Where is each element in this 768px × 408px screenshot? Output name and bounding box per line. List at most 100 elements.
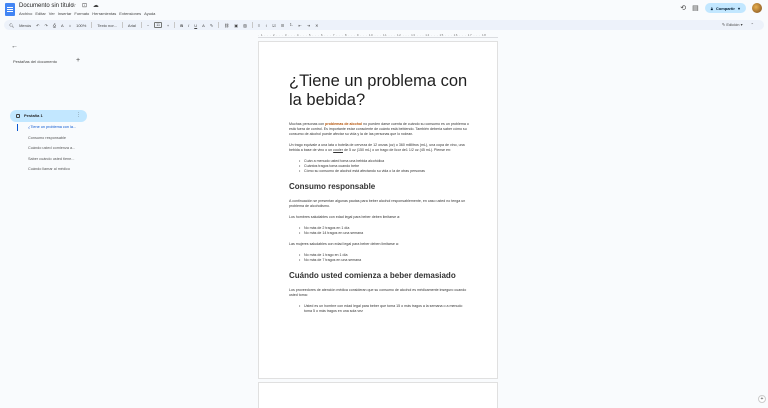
- indent-decrease-icon[interactable]: ⇤: [298, 23, 301, 28]
- edit-mode-select[interactable]: ✎ Edición ▾: [722, 22, 743, 27]
- comment-icon[interactable]: ▤: [692, 4, 699, 12]
- link-text[interactable]: problemas de alcohol: [325, 122, 362, 126]
- toolbar-divider: [174, 22, 176, 28]
- menu-insertar[interactable]: Insertar: [58, 11, 72, 16]
- align-icon[interactable]: ≡: [258, 23, 260, 28]
- paragraph[interactable]: Los proveedores de atención médica consi…: [289, 288, 471, 298]
- more-options-icon[interactable]: ⋮: [76, 112, 81, 118]
- heading-consumo[interactable]: Consumo responsable: [289, 182, 471, 191]
- link-icon[interactable]: ⛓: [224, 23, 229, 28]
- print-icon[interactable]: ⎙: [53, 23, 56, 28]
- toolbar: 🔍︎ Menús ↶ ↷ ⎙ A ⌂ 100% Texto nor... Ari…: [4, 20, 764, 30]
- outline-title: Pestañas del documento: [13, 59, 58, 64]
- right-tools: ⟲ ▤ 🔒︎ Compartir ▾: [680, 3, 762, 13]
- checklist-icon[interactable]: ☑: [272, 23, 276, 28]
- bold-icon[interactable]: B: [180, 23, 183, 28]
- toolbar-divider: [121, 22, 123, 28]
- docs-logo-icon[interactable]: [5, 3, 15, 16]
- image-icon[interactable]: ▨: [243, 23, 247, 28]
- spellcheck-icon[interactable]: A: [61, 23, 64, 28]
- doc-tab-icon: [16, 114, 20, 118]
- doc-title[interactable]: Documento sin título: [19, 3, 74, 9]
- toolbar-right: ✎ Edición ▾ ⌃: [722, 22, 754, 27]
- font-select[interactable]: Arial: [128, 23, 136, 28]
- text: Muchas personas con: [289, 122, 326, 126]
- tab-pestana-1[interactable]: Pestaña 1 ⋮: [10, 110, 87, 122]
- add-tab-icon[interactable]: +: [76, 57, 80, 64]
- list-item[interactable]: Usted es un hombre con edad legal para b…: [299, 304, 471, 314]
- share-label: Compartir: [715, 5, 735, 11]
- paragraph[interactable]: A continuación se presentan algunas paut…: [289, 199, 471, 209]
- numbered-list-icon[interactable]: ⒈: [289, 22, 293, 28]
- add-comment-icon[interactable]: ▣: [234, 23, 238, 28]
- bullet-list: No más de 1 trago en 1 día No más de 7 t…: [299, 253, 471, 263]
- zoom-select[interactable]: 100%: [76, 23, 86, 28]
- document-content: ¿Tiene un problema con la bebida? Muchas…: [289, 72, 471, 320]
- tab-label: Pestaña 1: [24, 113, 43, 118]
- highlight-icon[interactable]: ✎: [210, 23, 213, 28]
- font-size-increase-icon[interactable]: +: [167, 23, 169, 28]
- font-size-decrease-icon[interactable]: −: [147, 23, 149, 28]
- menu-extensiones[interactable]: Extensiones: [119, 11, 141, 16]
- list-item[interactable]: Cómo su consumo de alcohol está afectand…: [299, 169, 471, 174]
- paragraph[interactable]: Los hombres saludables con edad legal pa…: [289, 215, 471, 220]
- list-item[interactable]: No más de 7 tragos en una semana: [299, 258, 471, 263]
- search-menus-label[interactable]: Menús: [19, 23, 31, 28]
- bullet-list: Usted es un hombre con edad legal para b…: [299, 304, 471, 314]
- avatar[interactable]: [752, 3, 762, 13]
- ruler[interactable]: · 1 · · · 2 · · · 3 · · · 4 · · · 5 · · …: [258, 33, 498, 38]
- menu-editar[interactable]: Editar: [35, 11, 45, 16]
- back-arrow-icon[interactable]: ←: [11, 43, 18, 50]
- clear-format-icon[interactable]: ✕: [315, 23, 318, 28]
- lock-icon: 🔒︎: [710, 5, 713, 11]
- paragraph[interactable]: Las mujeres saludables con edad legal pa…: [289, 242, 471, 247]
- underline-icon[interactable]: U: [194, 23, 197, 28]
- edit-mode-label: Edición: [726, 22, 740, 27]
- history-icon[interactable]: ⟲: [680, 4, 686, 12]
- underlined-word: cooler: [333, 148, 343, 152]
- italic-icon[interactable]: I: [188, 23, 189, 28]
- collapse-toolbar-icon[interactable]: ⌃: [751, 22, 754, 27]
- text-color-icon[interactable]: A: [202, 23, 205, 28]
- star-move-cloud-icons[interactable]: ☆ ⊡ ☁: [71, 2, 101, 9]
- heading-title[interactable]: ¿Tiene un problema con la bebida?: [289, 72, 471, 110]
- redo-icon[interactable]: ↷: [44, 23, 47, 28]
- outline-item[interactable]: Cuándo llamar al médico: [28, 167, 70, 171]
- menu-archivo[interactable]: Archivo: [19, 11, 32, 16]
- chevron-down-icon: ▾: [737, 5, 740, 11]
- paint-format-icon[interactable]: ⌂: [69, 23, 71, 28]
- outline-item[interactable]: Saber cuándo usted tiene...: [28, 157, 74, 161]
- font-size-input[interactable]: 11: [154, 22, 162, 28]
- style-select[interactable]: Texto nor...: [97, 23, 117, 28]
- menu-bar: Archivo Editar Ver Insertar Formato Herr…: [19, 11, 155, 16]
- document-page[interactable]: ¿Tiene un problema con la bebida? Muchas…: [258, 41, 498, 379]
- outline-item[interactable]: Cuándo usted comienza a...: [28, 146, 75, 150]
- bullet-list-icon[interactable]: ☰: [281, 23, 285, 28]
- toolbar-divider: [140, 22, 142, 28]
- bullet-list: No más de 2 tragos en 1 día No más de 14…: [299, 226, 471, 236]
- toolbar-divider: [91, 22, 93, 28]
- menu-herramientas[interactable]: Herramientas: [92, 11, 116, 16]
- search-icon[interactable]: 🔍︎: [9, 23, 14, 28]
- bullet-list: Cuán a menudo usted toma una bebida alco…: [299, 159, 471, 174]
- list-item[interactable]: No más de 14 tragos en una semana: [299, 231, 471, 236]
- text: de 5 oz (150 mL) o un trago de licor de1…: [342, 148, 452, 152]
- indent-increase-icon[interactable]: ⇥: [307, 23, 310, 28]
- toolbar-divider: [251, 22, 253, 28]
- outline-item[interactable]: Consumo responsable: [28, 136, 66, 140]
- toolbar-divider: [218, 22, 220, 28]
- menu-ver[interactable]: Ver: [49, 11, 55, 16]
- menu-formato[interactable]: Formato: [74, 11, 89, 16]
- menu-ayuda[interactable]: Ayuda: [144, 11, 155, 16]
- line-spacing-icon[interactable]: ↕: [265, 23, 267, 28]
- share-button[interactable]: 🔒︎ Compartir ▾: [704, 3, 746, 13]
- active-heading-indicator: [17, 124, 18, 131]
- undo-icon[interactable]: ↶: [36, 23, 39, 28]
- title-bar: Documento sin título ☆ ⊡ ☁ Archivo Edita…: [0, 0, 768, 20]
- heading-demasiado[interactable]: Cuándo usted comienza a beber demasiado: [289, 271, 471, 280]
- paragraph[interactable]: Muchas personas con problemas de alcohol…: [289, 122, 471, 137]
- add-icon[interactable]: +: [758, 395, 766, 403]
- document-page-2[interactable]: [258, 382, 498, 408]
- outline-item[interactable]: ¿Tiene un problema con la...: [28, 125, 76, 129]
- paragraph[interactable]: Un trago equivale a una lata o botella d…: [289, 143, 471, 153]
